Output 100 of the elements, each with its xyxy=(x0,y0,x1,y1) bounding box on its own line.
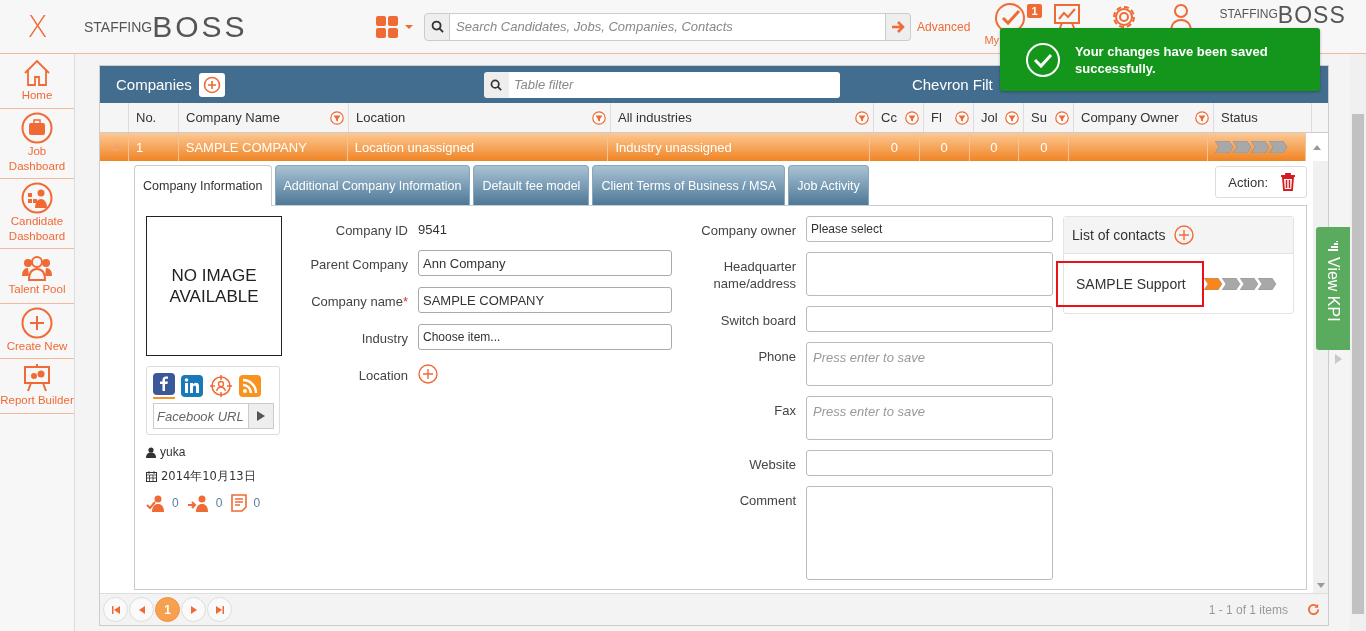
go-button[interactable] xyxy=(886,12,911,41)
nav-label[interactable]: My xyxy=(984,34,1000,46)
count: 0 xyxy=(172,496,179,510)
sidebar-item[interactable]: Create New xyxy=(0,304,74,359)
column-header[interactable]: Company Name xyxy=(186,110,280,125)
table-cell: 1 xyxy=(127,133,178,161)
created-by: yuka xyxy=(160,445,186,459)
close-button[interactable]: X xyxy=(0,9,75,44)
table-filter-field[interactable]: Table filter xyxy=(508,71,840,98)
facebook-icon[interactable] xyxy=(153,373,175,399)
sidebar-item[interactable]: Talent Pool xyxy=(0,249,74,304)
tab[interactable]: Job Activity xyxy=(788,165,869,205)
sidebar-item[interactable]: Job Dashboard xyxy=(0,109,74,179)
text-area[interactable]: Press enter to save xyxy=(806,396,1053,440)
column-header[interactable]: Company Owner xyxy=(1081,110,1179,125)
facebook-url-field[interactable]: Facebook URL xyxy=(153,403,249,429)
column-header[interactable]: Status xyxy=(1221,110,1258,125)
search-field[interactable]: Search Candidates, Jobs, Companies, Contacts xyxy=(450,12,886,41)
input-field[interactable]: SAMPLE COMPANY xyxy=(418,287,672,313)
dropdown-field[interactable]: Please select xyxy=(806,216,1053,242)
column-header[interactable]: Fl xyxy=(931,110,942,125)
field-label: Company name* xyxy=(310,293,409,310)
previous-page-button[interactable] xyxy=(129,597,154,622)
table-cell: SAMPLE COMPANY xyxy=(177,133,347,161)
field-label: Parent Company xyxy=(309,256,409,273)
input-field[interactable]: Ann Company xyxy=(418,250,672,276)
target-user-icon[interactable] xyxy=(209,374,233,398)
field-label: Fax xyxy=(773,402,797,419)
rss-icon[interactable] xyxy=(239,375,261,397)
notification-badge: 1 xyxy=(1027,4,1042,18)
scroll-down-icon[interactable] xyxy=(1316,583,1325,589)
arrow-right-icon xyxy=(891,19,905,34)
column-header[interactable]: Location xyxy=(356,110,406,125)
input-field[interactable] xyxy=(806,450,1053,476)
field-label: Comment xyxy=(738,492,797,509)
table-cell: Industry unassigned xyxy=(607,133,869,161)
field-label: Website xyxy=(748,456,797,473)
text-area[interactable] xyxy=(806,486,1053,580)
filter-icon[interactable] xyxy=(1005,110,1019,125)
tab[interactable]: Additional Company Information xyxy=(274,165,471,205)
toast-message: Your changes have been saved successfully. xyxy=(1075,42,1269,77)
filter-icon[interactable] xyxy=(955,110,969,125)
play-icon xyxy=(257,411,265,421)
add-icon[interactable] xyxy=(1174,225,1195,245)
trash-icon[interactable] xyxy=(1280,173,1296,191)
add-icon[interactable] xyxy=(418,364,438,384)
search-button[interactable] xyxy=(483,71,509,98)
advanced-link[interactable]: Advanced xyxy=(917,19,971,34)
tab[interactable]: Default fee model xyxy=(473,165,590,205)
scroll-up-icon[interactable] xyxy=(1313,144,1321,150)
apps-grid-icon[interactable] xyxy=(376,15,414,38)
field-value: 9541 xyxy=(418,221,447,237)
tab[interactable]: Client Terms of Business / MSA xyxy=(592,165,786,205)
column-header[interactable]: No. xyxy=(136,110,157,125)
triangle-left-icon xyxy=(138,605,145,614)
dropdown-field[interactable]: Choose item... xyxy=(418,324,672,350)
text-area[interactable]: Press enter to save xyxy=(806,342,1053,386)
search-button[interactable] xyxy=(424,12,450,41)
action-label: Action: xyxy=(1228,174,1268,190)
table-cell: 0 xyxy=(918,133,969,161)
field-label: Phone xyxy=(757,348,797,365)
first-page-button[interactable] xyxy=(103,597,128,622)
column-header[interactable]: Su xyxy=(1031,110,1047,125)
count: 0 xyxy=(215,496,223,510)
sidebar-item[interactable]: Candidate Dashboard xyxy=(0,179,74,249)
input-field[interactable] xyxy=(806,306,1053,332)
submit-button[interactable] xyxy=(249,403,274,429)
filter-icon[interactable] xyxy=(1055,110,1069,125)
contact-name[interactable]: SAMPLE Support xyxy=(1056,261,1204,307)
field-label: Company owner xyxy=(700,222,797,239)
count: 0 xyxy=(253,496,261,510)
add-company-button[interactable] xyxy=(198,72,225,97)
filter-icon[interactable] xyxy=(592,110,606,125)
person-arrow-icon xyxy=(187,494,210,512)
column-header[interactable]: Cc xyxy=(881,110,897,125)
chevron-filters-label[interactable]: Chevron Filt xyxy=(911,76,993,93)
linkedin-icon[interactable] xyxy=(181,375,203,397)
triangle-right-icon xyxy=(190,605,197,614)
column-header[interactable]: Jol xyxy=(981,110,998,125)
refresh-icon[interactable] xyxy=(1307,603,1320,616)
table-cell: 0 xyxy=(968,133,1019,161)
briefcase-icon xyxy=(21,112,53,144)
last-page-button[interactable] xyxy=(207,597,232,622)
table-cell: 0 xyxy=(1018,133,1069,161)
sidebar-item[interactable]: Report Builder xyxy=(0,359,74,414)
next-page-button[interactable] xyxy=(181,597,206,622)
home-icon xyxy=(22,58,52,88)
tab[interactable]: Company Information xyxy=(134,165,272,206)
person-check-icon xyxy=(146,494,166,512)
filter-icon[interactable] xyxy=(330,110,344,125)
text-area[interactable] xyxy=(806,252,1053,296)
scrollbar-thumb[interactable] xyxy=(1352,114,1364,614)
filter-icon[interactable] xyxy=(1195,110,1209,125)
filter-icon[interactable] xyxy=(905,110,919,125)
view-kpi-tab[interactable]: View KPI xyxy=(1316,227,1350,350)
column-header[interactable]: All industries xyxy=(618,110,692,125)
document-icon xyxy=(231,494,248,512)
sidebar-item[interactable]: Home xyxy=(0,54,74,109)
filter-icon[interactable] xyxy=(855,110,869,125)
contacts-title: List of contacts xyxy=(1072,227,1166,243)
